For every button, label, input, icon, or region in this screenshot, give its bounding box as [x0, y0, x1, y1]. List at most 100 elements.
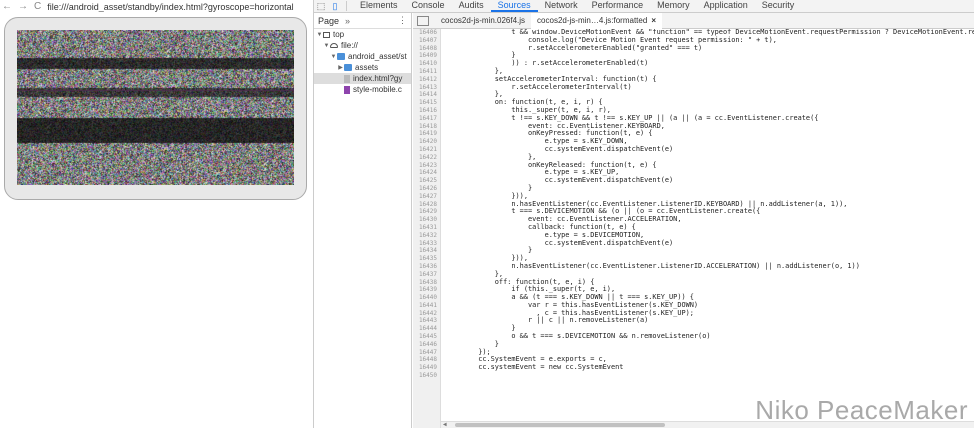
line-number[interactable]: 16427 [413, 193, 440, 201]
chevron-down-icon[interactable]: ▼ [316, 32, 323, 38]
code-line: r.setAccelerometerEnabled("granted" === … [445, 43, 703, 52]
line-number[interactable]: 16448 [413, 356, 440, 364]
url-text[interactable]: file:///android_asset/standby/index.html… [47, 2, 293, 12]
tree-item[interactable]: style-mobile.c [314, 84, 411, 95]
line-number[interactable]: 16408 [413, 45, 440, 53]
tree-item-label: assets [355, 63, 379, 72]
line-number[interactable]: 16428 [413, 201, 440, 209]
game-canvas[interactable] [17, 30, 294, 185]
line-number[interactable]: 16407 [413, 37, 440, 45]
line-number[interactable]: 16432 [413, 232, 440, 240]
inspect-element-icon[interactable]: ⬚ [314, 0, 328, 12]
line-number[interactable]: 16446 [413, 341, 440, 349]
line-number[interactable]: 16415 [413, 99, 440, 107]
line-number[interactable]: 16412 [413, 76, 440, 84]
tab-audits[interactable]: Audits [452, 0, 491, 12]
scrollbar-thumb[interactable] [455, 423, 665, 427]
line-number[interactable]: 16450 [413, 372, 440, 380]
line-number[interactable]: 16434 [413, 247, 440, 255]
reload-icon[interactable]: C [34, 1, 41, 12]
line-number[interactable]: 16419 [413, 130, 440, 138]
line-number[interactable]: 16420 [413, 138, 440, 146]
tree-item[interactable]: ▶ assets [314, 62, 411, 73]
file-tab-list: cocos2d-js-min.026f4.js cocos2d-js-min…4.… [435, 12, 662, 29]
scroll-left-arrow-icon[interactable]: ◀ [443, 421, 447, 428]
tab-elements[interactable]: Elements [353, 0, 405, 12]
line-number[interactable]: 16440 [413, 294, 440, 302]
code-editor: cocos2d-js-min.026f4.js cocos2d-js-min…4.… [413, 12, 974, 428]
back-arrow-icon[interactable]: ← [2, 1, 12, 12]
navigator-tab-page[interactable]: Page [318, 16, 339, 26]
line-number[interactable]: 16435 [413, 255, 440, 263]
line-number[interactable]: 16422 [413, 154, 440, 162]
line-number[interactable]: 16426 [413, 185, 440, 193]
close-icon[interactable]: × [651, 16, 656, 25]
tab-security[interactable]: Security [755, 0, 802, 12]
tree-item-label: index.html?gy [353, 74, 403, 83]
sources-panel: Page » ⋮ ▼ top ▼ file://▼ android_asset/st ▶ a… [314, 12, 974, 428]
tab-application[interactable]: Application [697, 0, 755, 12]
line-number[interactable]: 16443 [413, 317, 440, 325]
tree-item[interactable]: ▼ android_asset/st [314, 51, 411, 62]
tree-item[interactable]: ▼ file:// [314, 40, 411, 51]
chevron-down-icon[interactable]: ▼ [330, 54, 337, 60]
tree-item[interactable]: ▼ top [314, 29, 411, 40]
kebab-menu-icon[interactable]: ⋮ [398, 15, 407, 26]
chevron-right-icon[interactable]: ▶ [337, 64, 344, 71]
line-number[interactable]: 16439 [413, 286, 440, 294]
line-number[interactable]: 16438 [413, 279, 440, 287]
code-line: n.hasEventListener(cc.EventListener.List… [445, 261, 860, 270]
chevron-down-icon[interactable]: ▼ [323, 43, 330, 49]
line-number[interactable]: 16429 [413, 208, 440, 216]
line-number[interactable]: 16445 [413, 333, 440, 341]
line-number[interactable]: 16416 [413, 107, 440, 115]
device-toolbar-icon[interactable]: ▯ [328, 0, 342, 12]
folder-icon [337, 53, 345, 60]
line-number[interactable]: 16423 [413, 162, 440, 170]
tab-memory[interactable]: Memory [650, 0, 697, 12]
line-number[interactable]: 16447 [413, 349, 440, 357]
line-number[interactable]: 16421 [413, 146, 440, 154]
line-number[interactable]: 16424 [413, 169, 440, 177]
tree-item[interactable]: index.html?gy [314, 73, 411, 84]
line-number-gutter[interactable]: 16406 16407 16408 16409 16410 16411 16412 16413… [413, 29, 441, 428]
code-view[interactable]: 16406 16407 16408 16409 16410 16411 16412 16413… [413, 29, 974, 428]
toggle-navigator-icon[interactable] [417, 15, 429, 26]
file-tree: ▼ top ▼ file://▼ android_asset/st ▶ assets inde… [314, 29, 411, 95]
navigator-pane: Page » ⋮ ▼ top ▼ file://▼ android_asset/st ▶ a… [314, 13, 412, 428]
code-lines[interactable]: t && window.DeviceMotionEvent && "functi… [445, 29, 974, 380]
line-number[interactable]: 16430 [413, 216, 440, 224]
line-number[interactable]: 16444 [413, 325, 440, 333]
line-number[interactable]: 16410 [413, 60, 440, 68]
browser-viewport: ← → C file:///android_asset/standby/inde… [0, 0, 313, 428]
tab-sources[interactable]: Sources [490, 0, 538, 12]
code-line: o && t === s.DEVICEMOTION && n.removeLis… [445, 332, 711, 341]
line-number[interactable]: 16425 [413, 177, 440, 185]
toolbar-divider [346, 1, 347, 11]
devtools-panel: ⬚ ▯ Elements Console Audits Sources Network P… [313, 0, 974, 428]
line-number[interactable]: 16449 [413, 364, 440, 372]
tab-network[interactable]: Network [538, 0, 585, 12]
line-number[interactable]: 16442 [413, 310, 440, 318]
address-bar[interactable]: ← → C file:///android_asset/standby/inde… [0, 0, 313, 13]
file-tab-label: cocos2d-js-min.026f4.js [441, 15, 526, 25]
more-tabs-icon[interactable]: » [345, 16, 350, 26]
code-line: } [445, 339, 499, 348]
line-number[interactable]: 16417 [413, 115, 440, 123]
line-number[interactable]: 16406 [413, 29, 440, 37]
line-number[interactable]: 16411 [413, 68, 440, 76]
file-tab[interactable]: cocos2d-js-min.026f4.js [435, 13, 531, 29]
line-number[interactable]: 16437 [413, 271, 440, 279]
line-number[interactable]: 16436 [413, 263, 440, 271]
line-number[interactable]: 16441 [413, 302, 440, 310]
line-number[interactable]: 16433 [413, 240, 440, 248]
line-number[interactable]: 16431 [413, 224, 440, 232]
line-number[interactable]: 16413 [413, 84, 440, 92]
forward-arrow-icon[interactable]: → [18, 1, 28, 12]
tab-performance[interactable]: Performance [585, 0, 651, 12]
file-tab[interactable]: cocos2d-js-min…4.js:formatted × [531, 12, 662, 29]
tab-console[interactable]: Console [405, 0, 452, 12]
line-number[interactable]: 16418 [413, 123, 440, 131]
line-number[interactable]: 16414 [413, 91, 440, 99]
line-number[interactable]: 16409 [413, 52, 440, 60]
